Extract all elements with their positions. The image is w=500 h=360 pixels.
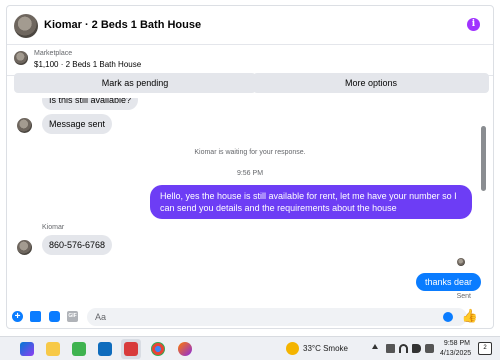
emoji-icon[interactable] bbox=[443, 312, 453, 322]
chat-title[interactable]: Kiomar · 2 Beds 1 Bath House bbox=[44, 19, 201, 31]
clock-date: 4/13/2025 bbox=[440, 350, 472, 357]
sticker-icon[interactable] bbox=[49, 311, 60, 322]
thread-scrollbar[interactable] bbox=[481, 126, 486, 191]
clock[interactable]: 9:58 PM 4/13/2025 bbox=[440, 339, 472, 359]
sent-status: Sent bbox=[456, 293, 471, 300]
sender-avatar bbox=[17, 240, 32, 255]
thumbs-up-icon[interactable]: 👍 bbox=[462, 309, 478, 323]
avatar[interactable] bbox=[14, 14, 38, 38]
listing-label: Marketplace bbox=[34, 50, 73, 57]
battery-icon[interactable] bbox=[386, 344, 395, 353]
message-thread[interactable]: Is this still available? Message sent Ki… bbox=[7, 98, 493, 305]
weather-icon[interactable] bbox=[286, 342, 299, 355]
chrome-icon[interactable] bbox=[151, 342, 165, 356]
time-divider: 9:56 PM bbox=[236, 170, 264, 177]
info-icon[interactable]: i bbox=[467, 18, 480, 31]
chevron-up-icon[interactable] bbox=[372, 344, 378, 349]
chat-window: Kiomar · 2 Beds 1 Bath House i Marketpla… bbox=[6, 5, 494, 329]
clock-time: 9:58 PM bbox=[443, 340, 470, 347]
composer-bar: + GIF Aa 👍 bbox=[7, 305, 493, 328]
message-partial: Is this still available? bbox=[42, 98, 139, 110]
listing-price-title: $1,100 · 2 Beds 1 Bath House bbox=[34, 60, 142, 69]
weather-text[interactable]: 33°C Smoke bbox=[303, 344, 348, 353]
plus-icon[interactable]: + bbox=[12, 311, 23, 322]
message-input[interactable]: Aa bbox=[87, 308, 467, 326]
chat-header: Kiomar · 2 Beds 1 Bath House i bbox=[7, 6, 493, 45]
file-explorer-icon[interactable] bbox=[46, 342, 60, 356]
more-options-button[interactable]: More options bbox=[253, 73, 489, 93]
listing-thumbnail bbox=[14, 51, 28, 65]
sender-name: Kiomar bbox=[42, 224, 65, 231]
battery-level-icon[interactable] bbox=[425, 344, 434, 353]
gif-icon[interactable]: GIF bbox=[67, 311, 78, 322]
taskbar: 33°C Smoke 9:58 PM 4/13/2025 2 bbox=[0, 336, 500, 360]
copilot-icon[interactable] bbox=[20, 342, 34, 356]
message-sent-bubble: Message sent bbox=[42, 114, 113, 134]
mark-as-pending-button[interactable]: Mark as pending bbox=[14, 73, 256, 93]
photo-icon[interactable] bbox=[30, 311, 41, 322]
outlook-icon[interactable] bbox=[98, 342, 112, 356]
read-receipt-avatar bbox=[457, 258, 465, 266]
notification-badge[interactable]: 2 bbox=[478, 342, 492, 355]
listing-banner[interactable]: Marketplace $1,100 · 2 Beds 1 Bath House bbox=[7, 45, 493, 76]
wifi-icon[interactable] bbox=[399, 344, 408, 353]
reply-message: thanks dear bbox=[416, 273, 482, 291]
active-app-icon[interactable] bbox=[124, 342, 138, 356]
sender-avatar bbox=[17, 118, 32, 133]
outgoing-message: Hello, yes the house is still available … bbox=[150, 185, 472, 219]
speaker-icon[interactable] bbox=[412, 344, 421, 353]
waiting-notice: Kiomar is waiting for your response. bbox=[194, 149, 306, 156]
xbox-icon[interactable] bbox=[72, 342, 86, 356]
browser-icon[interactable] bbox=[178, 342, 192, 356]
phone-message: 860-576-6768 bbox=[42, 235, 113, 255]
